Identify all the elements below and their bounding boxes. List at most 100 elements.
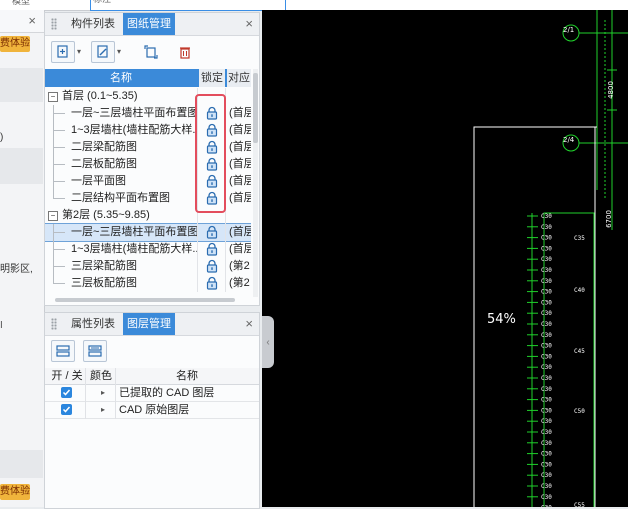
lock-column-highlight — [195, 94, 226, 213]
layer-table: 开 / 关 颜色 名称 ▸ 已提取的 CAD 图层 ▸ CAD 原始图层 — [45, 368, 259, 428]
correspond-floor: (首层 — [229, 124, 251, 136]
lock-icon[interactable] — [205, 259, 219, 273]
left-gray-block — [0, 450, 43, 478]
layers-icon — [88, 345, 102, 357]
level-label: C30 — [541, 386, 552, 393]
axis-bubble-label: 2/1 — [563, 26, 575, 34]
level-label: C30 — [541, 267, 552, 274]
column-name-header: 名称 — [176, 370, 198, 382]
collapse-panel-handle[interactable]: ‹ — [262, 316, 274, 368]
add-file-icon — [57, 45, 68, 58]
vertical-scrollbar[interactable] — [253, 69, 258, 297]
loading-progress-text: 54% — [487, 312, 516, 327]
split-icon — [144, 45, 158, 59]
column-lock-header[interactable]: 锁定 — [199, 69, 225, 87]
layer-panel-tabs: 属性列表 图层管理 × — [45, 313, 259, 336]
close-icon[interactable]: × — [28, 13, 36, 28]
edit-drawing-button[interactable] — [91, 41, 115, 63]
layers-icon — [56, 345, 70, 357]
lock-icon[interactable] — [205, 242, 219, 256]
tree-item[interactable]: 1~3层墙柱(墙柱配筋大样... (首层 — [45, 241, 251, 258]
level-label: C30 — [541, 494, 552, 501]
drawing-name: 1~3层墙柱(墙柱配筋大样... — [71, 243, 197, 255]
delete-drawing-button[interactable] — [173, 41, 197, 63]
section-label: C40 — [574, 287, 585, 294]
tab-layer-management[interactable]: 图层管理 — [123, 313, 175, 335]
level-label: C30 — [541, 375, 552, 382]
layer-visibility-button[interactable] — [51, 340, 75, 362]
horizontal-scrollbar[interactable] — [55, 298, 235, 302]
layer-row[interactable]: ▸ 已提取的 CAD 图层 — [45, 385, 259, 402]
level-label: C30 — [541, 483, 552, 490]
close-icon[interactable]: × — [245, 316, 253, 331]
level-label: C30 — [541, 213, 552, 220]
level-label: C30 — [541, 299, 552, 306]
lock-icon[interactable] — [205, 276, 219, 290]
section-label: C45 — [574, 348, 585, 355]
axis-bubble-label: 2/4 — [563, 136, 575, 144]
expand-arrow-icon[interactable]: ▸ — [101, 402, 105, 418]
add-drawing-button[interactable] — [51, 41, 75, 63]
collapse-toggle-icon[interactable]: − — [48, 92, 58, 102]
level-label: C30 — [541, 343, 552, 350]
drawing-table-header: 名称 锁定 对应 — [45, 69, 251, 87]
trial-badge[interactable]: 费体验 — [0, 484, 30, 500]
column-color-header: 颜色 — [90, 370, 112, 382]
column-name-header[interactable]: 名称 — [45, 69, 197, 87]
top-input-box[interactable]: 标注 — [90, 0, 286, 11]
correspond-floor: (第2 — [229, 260, 250, 272]
collapse-toggle-icon[interactable]: − — [48, 211, 58, 221]
level-label: C30 — [541, 235, 552, 242]
left-panel-header: × — [0, 10, 44, 33]
tree-item[interactable]: 一层~三层墙柱平面布置图 (首层 — [45, 223, 251, 242]
correspond-floor: (首层 — [229, 175, 251, 187]
split-drawing-button[interactable] — [139, 41, 163, 63]
correspond-floor: (首层 — [229, 226, 251, 238]
level-label: C30 — [541, 245, 552, 252]
layer-checkbox[interactable] — [61, 387, 72, 398]
close-icon[interactable]: × — [245, 16, 253, 31]
tab-component-list[interactable]: 构件列表 — [67, 13, 119, 35]
drag-grip-icon[interactable] — [51, 318, 57, 330]
layer-filter-button[interactable] — [83, 340, 107, 362]
level-label: C30 — [541, 364, 552, 371]
column-onoff-header: 开 / 关 — [51, 370, 83, 382]
top-strip-text: 模型 — [12, 0, 31, 6]
level-label: C30 — [541, 461, 552, 468]
drawing-name: 二层梁配筋图 — [71, 141, 137, 153]
tab-property-list[interactable]: 属性列表 — [67, 313, 119, 335]
chevron-down-icon[interactable]: ▾ — [117, 47, 121, 56]
chevron-down-icon[interactable]: ▾ — [77, 47, 81, 56]
trial-badge[interactable]: 费体验 — [0, 36, 30, 52]
level-ladder: C30 C30 C30 C30 C30 C30 C30 C30 C30 C30 C30 C30 C30 C… — [527, 213, 585, 507]
level-label: C30 — [541, 353, 552, 360]
level-label: C30 — [541, 451, 552, 458]
drawing-name: 一层平面图 — [71, 175, 126, 187]
left-snippet-text: ) — [0, 132, 4, 143]
left-gray-block — [0, 68, 43, 102]
column-correspond-header[interactable]: 对应 — [227, 69, 251, 87]
layer-row[interactable]: ▸ CAD 原始图层 — [45, 402, 259, 419]
drag-grip-icon[interactable] — [51, 18, 57, 30]
correspond-floor: (第2 — [229, 277, 250, 289]
drawing-management-panel: 构件列表 图纸管理 × ▾ ▾ 名称 锁定 对应 − 首层 (0.1~5.35)… — [44, 12, 260, 306]
level-label: C30 — [541, 418, 552, 425]
left-snippet-text: 明影区, — [0, 264, 33, 275]
expand-arrow-icon[interactable]: ▸ — [101, 385, 105, 401]
tree-item[interactable]: 三层板配筋图 (第2 — [45, 275, 251, 292]
layer-table-header: 开 / 关 颜色 名称 — [45, 368, 259, 385]
correspond-floor: (首层 — [229, 107, 251, 119]
tab-drawing-management[interactable]: 图纸管理 — [123, 13, 175, 35]
correspond-floor: (首层 — [229, 192, 251, 204]
drawing-name: 一层~三层墙柱平面布置图 — [71, 107, 197, 119]
layer-name: 已提取的 CAD 图层 — [119, 387, 215, 399]
level-label: C30 — [541, 289, 552, 296]
check-icon — [62, 406, 71, 413]
cad-drawing-canvas[interactable]: C30 C30 C30 C30 C30 C30 C30 C30 C30 C30 C30 C30 C30 C… — [262, 10, 628, 507]
lock-icon[interactable] — [205, 225, 219, 239]
cad-drawing: C30 C30 C30 C30 C30 C30 C30 C30 C30 C30 C30 C30 C30 C… — [473, 10, 628, 507]
section-label: C50 — [574, 408, 585, 415]
tree-item[interactable]: 三层梁配筋图 (第2 — [45, 258, 251, 275]
layer-name: CAD 原始图层 — [119, 404, 190, 416]
layer-checkbox[interactable] — [61, 404, 72, 415]
